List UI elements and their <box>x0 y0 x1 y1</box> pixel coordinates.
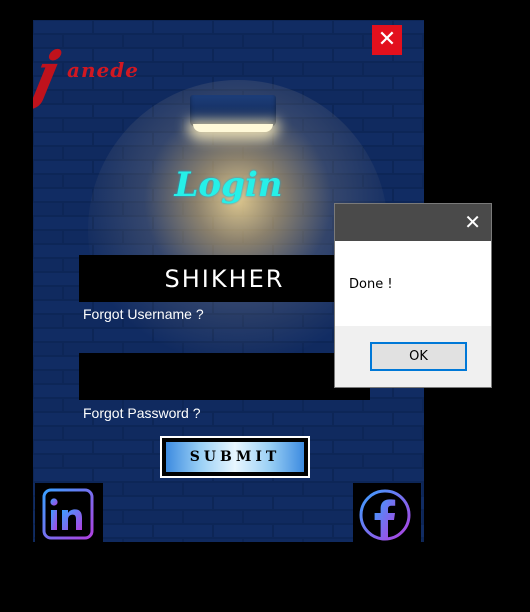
message-dialog: ✕ Done ! OK <box>334 203 492 388</box>
facebook-button[interactable] <box>353 483 421 542</box>
linkedin-button[interactable] <box>35 483 103 542</box>
dialog-footer: OK <box>335 326 491 387</box>
janede-logo: j anede <box>33 38 185 118</box>
facebook-icon <box>359 489 411 541</box>
dialog-titlebar: ✕ <box>335 204 491 241</box>
username-field[interactable] <box>79 255 370 302</box>
logo-text: anede <box>67 58 139 82</box>
wall-lamp <box>190 95 276 127</box>
linkedin-icon <box>42 488 94 540</box>
ok-button[interactable]: OK <box>370 342 467 371</box>
login-title: Login <box>174 165 283 205</box>
forgot-password-link[interactable]: Forgot Password ? <box>83 405 201 421</box>
submit-button[interactable]: SUBMIT <box>160 436 310 478</box>
logo-initial: j <box>33 38 66 111</box>
dialog-message: Done ! <box>349 277 393 292</box>
close-button[interactable]: ✕ <box>372 25 402 55</box>
lamp-light <box>193 124 273 132</box>
forgot-username-link[interactable]: Forgot Username ? <box>83 306 204 322</box>
password-field[interactable] <box>79 353 370 400</box>
dialog-close-button[interactable]: ✕ <box>464 210 481 234</box>
submit-label: SUBMIT <box>166 442 304 472</box>
